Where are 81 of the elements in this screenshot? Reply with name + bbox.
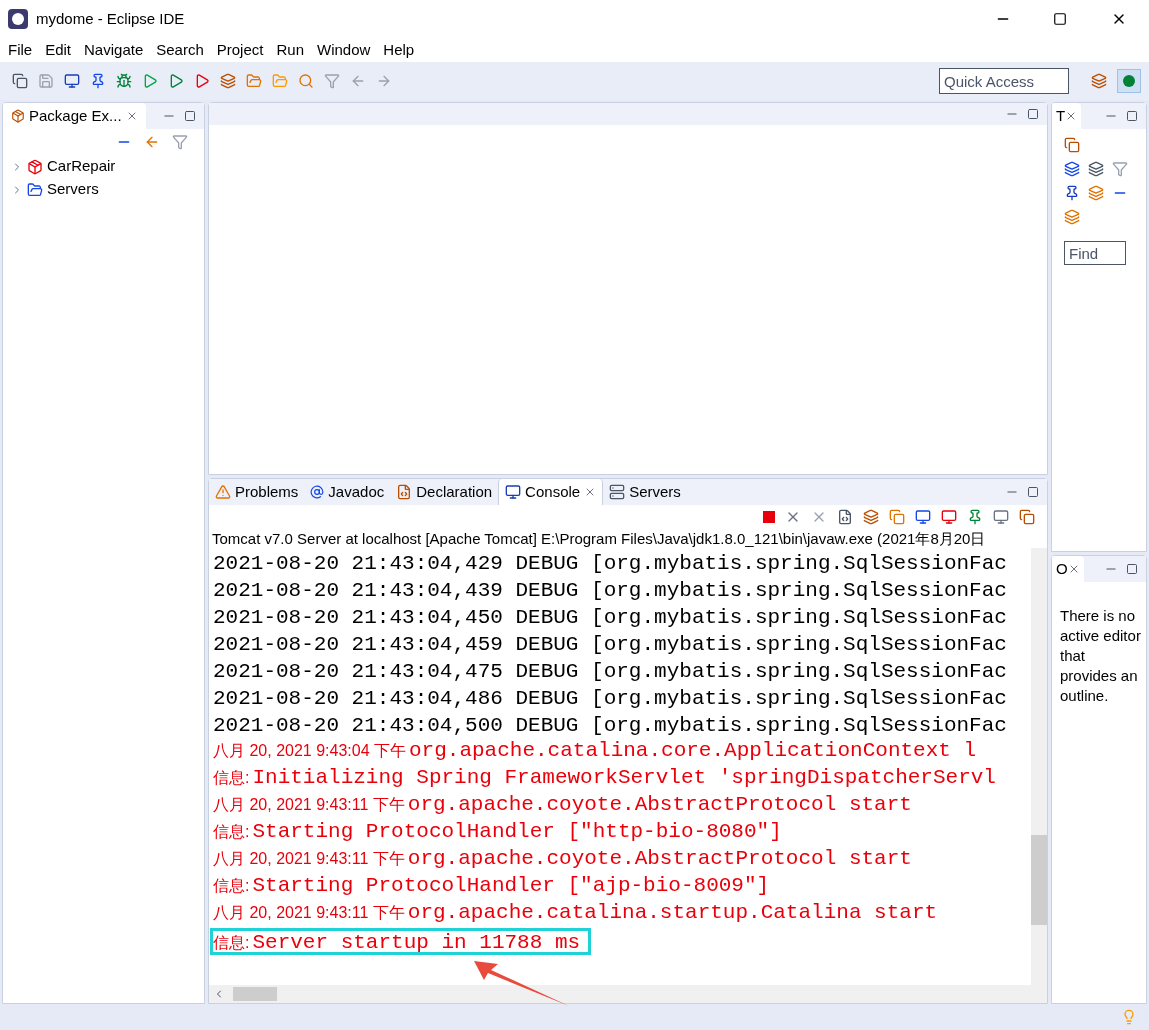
log-prefix: 信息: — [213, 768, 250, 788]
console-line: Server startup in 11788 ms — [252, 931, 581, 955]
console-line: 2021-08-20 21:43:04,439 DEBUG [org.mybatis.spring.SqlSessionFac — [213, 578, 1008, 604]
maximize-icon[interactable] — [1126, 110, 1138, 122]
log-prefix: 信息: — [213, 933, 250, 953]
find-field[interactable]: Find — [1064, 241, 1126, 265]
save-icon[interactable] — [38, 73, 54, 89]
menu-item[interactable]: Window — [317, 38, 371, 62]
forward-icon[interactable] — [376, 73, 392, 89]
console-description: Tomcat v7.0 Server at localhost [Apache Tomcat] E:\Program Files\Java\jdk1.8.0_121\bin\javaw.exe (2021年8月20日 — [211, 529, 987, 548]
menu-item[interactable]: File — [8, 38, 33, 62]
warning-icon — [215, 484, 231, 500]
console-line: 2021-08-20 21:43:04,450 DEBUG [org.mybatis.spring.SqlSessionFac — [213, 605, 1008, 631]
console-line: Starting ProtocolHandler ["ajp-bio-8009"] — [252, 874, 770, 898]
at-icon — [310, 485, 325, 499]
vertical-scrollbar[interactable] — [1031, 548, 1047, 985]
folder-icon — [27, 181, 43, 198]
tree-item[interactable]: Servers — [47, 178, 99, 201]
menu-item[interactable]: Navigate — [84, 38, 144, 62]
monitor-icon[interactable] — [64, 73, 80, 89]
console-line: 2021-08-20 21:43:04,459 DEBUG [org.mybatis.spring.SqlSessionFac — [213, 632, 1008, 658]
console-line: Starting ProtocolHandler ["http-bio-8080"] — [252, 820, 782, 844]
console-line: 2021-08-20 21:43:04,429 DEBUG [org.mybatis.spring.SqlSessionFac — [213, 551, 1008, 577]
maximize-icon[interactable] — [1126, 563, 1138, 575]
folder-icon[interactable] — [246, 73, 262, 89]
server-icon — [609, 484, 626, 500]
log-prefix: 八月 20, 2021 9:43:04 下午 — [213, 741, 406, 761]
tree-item[interactable]: CarRepair — [47, 155, 116, 178]
pin-icon[interactable] — [1064, 185, 1080, 201]
display-icon[interactable] — [993, 509, 1009, 525]
search-icon[interactable] — [298, 73, 314, 89]
play-icon[interactable] — [194, 73, 210, 89]
maximize-icon[interactable] — [1027, 486, 1039, 498]
monitor-icon — [505, 484, 522, 500]
menu-item[interactable]: Search — [156, 38, 204, 62]
log-prefix: 八月 20, 2021 9:43:11 下午 — [213, 795, 405, 815]
back-icon[interactable] — [350, 73, 366, 89]
outline-message: There is no active editor that provides an outline. — [1060, 606, 1142, 706]
play-icon[interactable] — [168, 73, 184, 89]
filter-icon[interactable] — [172, 134, 188, 150]
menu-item[interactable]: Run — [276, 38, 304, 62]
eclipse-logo-icon — [8, 9, 28, 29]
play-icon[interactable] — [142, 73, 158, 89]
view-tab[interactable]: Problems — [209, 479, 305, 505]
quick-access-field[interactable]: Quick Access — [939, 68, 1069, 94]
view-tab[interactable]: Console — [498, 479, 604, 505]
view-tab[interactable]: Declaration — [390, 479, 499, 505]
menu-item[interactable]: Edit — [45, 38, 72, 62]
horizontal-scrollbar[interactable] — [209, 985, 1047, 1003]
log-prefix: 信息: — [213, 822, 250, 842]
document-icon — [396, 484, 413, 500]
console-line: 2021-08-20 21:43:04,500 DEBUG [org.mybatis.spring.SqlSessionFac — [213, 713, 1008, 739]
scroll-thumb[interactable] — [233, 987, 277, 1001]
log-prefix: 八月 20, 2021 9:43:11 下午 — [213, 903, 405, 923]
console-line: 2021-08-20 21:43:04,486 DEBUG [org.mybatis.spring.SqlSessionFac — [213, 686, 1008, 712]
window-title: mydome - Eclipse IDE — [36, 8, 185, 29]
maximize-icon[interactable] — [1053, 12, 1067, 26]
filter-icon[interactable] — [1112, 161, 1128, 177]
log-prefix: 信息: — [213, 876, 250, 896]
scroll-thumb[interactable] — [1031, 835, 1047, 925]
menu-item[interactable]: Project — [216, 38, 264, 62]
view-tab[interactable]: Javadoc — [304, 479, 391, 505]
project-icon — [27, 158, 43, 175]
console-line: 2021-08-20 21:43:04,475 DEBUG [org.mybatis.spring.SqlSessionFac — [213, 659, 1008, 685]
log-prefix: 八月 20, 2021 9:43:11 下午 — [213, 849, 405, 869]
console-line: org.apache.catalina.startup.Catalina start — [407, 901, 938, 925]
package-icon — [11, 109, 25, 123]
bug-icon[interactable] — [116, 73, 132, 89]
filter-icon[interactable] — [324, 73, 340, 89]
monitor-icon[interactable] — [941, 509, 957, 525]
maximize-icon[interactable] — [1027, 108, 1039, 120]
console-line: org.apache.catalina.core.ApplicationContext l — [409, 739, 977, 763]
maximize-icon[interactable] — [184, 110, 196, 122]
pin-icon[interactable] — [90, 73, 106, 89]
view-tab[interactable]: Servers — [603, 479, 687, 505]
console-line: org.apache.coyote.AbstractProtocol start — [407, 847, 912, 871]
pin-icon[interactable] — [967, 509, 983, 525]
console-line: org.apache.coyote.AbstractProtocol start — [407, 793, 912, 817]
menu-item[interactable]: Help — [383, 38, 415, 62]
console-line: Initializing Spring FrameworkServlet 'springDispatcherServl — [252, 766, 996, 790]
monitor-icon[interactable] — [915, 509, 931, 525]
